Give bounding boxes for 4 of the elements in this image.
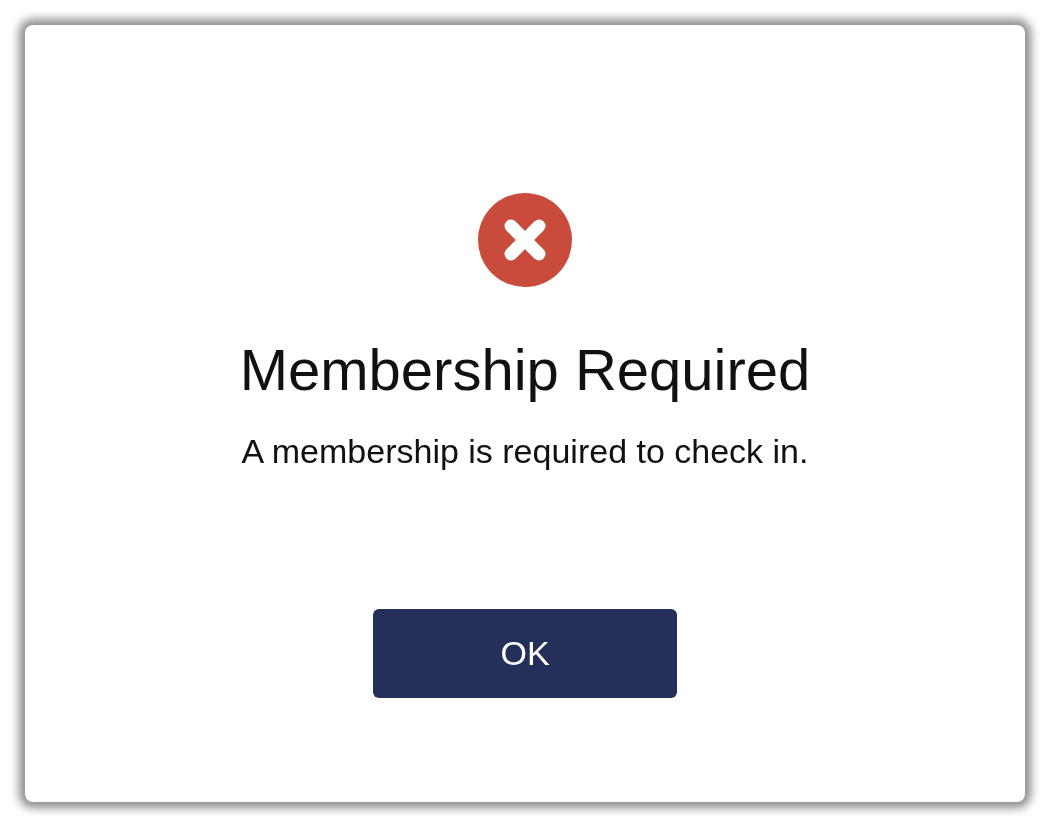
ok-button[interactable]: OK [373,609,677,698]
dialog-message: A membership is required to check in. [241,431,809,472]
dialog-title: Membership Required [239,336,811,404]
error-icon [478,193,572,287]
